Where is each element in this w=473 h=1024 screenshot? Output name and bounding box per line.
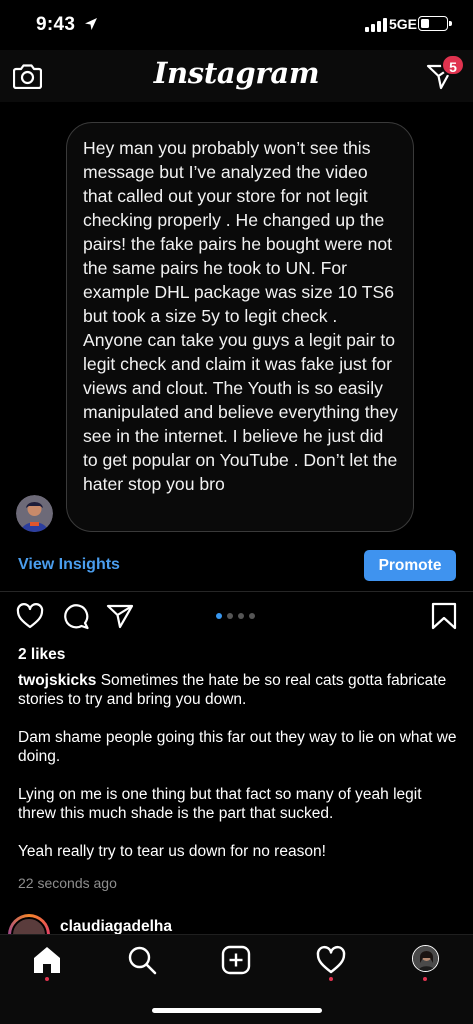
battery-icon	[418, 16, 448, 31]
share-icon[interactable]	[106, 602, 134, 630]
caption-username[interactable]: twojskicks	[18, 672, 96, 689]
home-icon[interactable]	[32, 945, 62, 975]
battery-level	[421, 19, 429, 28]
promote-button[interactable]: Promote	[364, 550, 456, 581]
next-post-header: claudiagadelha	[0, 912, 473, 934]
caption-paragraph: Yeah really try to tear us down for no r…	[18, 843, 326, 860]
create-post-icon[interactable]	[221, 945, 251, 975]
signal-strength-icon	[365, 18, 387, 32]
save-bookmark-icon[interactable]	[430, 602, 458, 630]
comment-icon[interactable]	[62, 602, 90, 630]
caption-paragraph: Lying on me is one thing but that fact s…	[18, 786, 422, 822]
post-actions	[0, 598, 473, 638]
next-post-username[interactable]: claudiagadelha	[60, 918, 172, 934]
carousel-dot	[216, 613, 222, 619]
location-arrow-icon	[85, 18, 97, 30]
activity-notification-dot	[329, 977, 333, 981]
network-type: 5GE	[389, 16, 418, 32]
app-header: Instagram 5	[0, 50, 473, 102]
profile-notification-dot	[423, 977, 427, 981]
story-ring-avatar[interactable]	[8, 914, 50, 934]
caption-paragraph: Dam shame people going this far out they…	[18, 729, 457, 765]
dm-badge: 5	[441, 54, 465, 76]
sender-avatar	[16, 495, 53, 532]
profile-avatar[interactable]	[412, 945, 439, 972]
profile-photo	[413, 946, 438, 971]
avatar	[11, 917, 47, 934]
post-timestamp: 22 seconds ago	[18, 875, 117, 891]
instagram-logo: Instagram	[153, 56, 320, 90]
likes-count[interactable]: 2 likes	[18, 646, 65, 664]
message-bubble: Hey man you probably won’t see this mess…	[66, 122, 414, 532]
home-indicator	[152, 1008, 322, 1013]
caption: twojskicks Sometimes the hate be so real…	[18, 671, 458, 880]
insights-bar: View Insights Promote	[0, 540, 473, 592]
carousel-dot	[238, 613, 244, 619]
caption-first-paragraph: twojskicks Sometimes the hate be so real…	[18, 671, 458, 709]
carousel-indicator	[216, 613, 260, 621]
view-insights-link[interactable]: View Insights	[18, 556, 120, 574]
post-media[interactable]: Hey man you probably won’t see this mess…	[0, 102, 473, 540]
message-text: Hey man you probably won’t see this mess…	[83, 138, 398, 494]
status-bar: 9:43 5GE	[0, 0, 473, 50]
search-icon[interactable]	[127, 945, 157, 975]
status-time: 9:43	[36, 14, 76, 35]
divider	[0, 591, 473, 592]
activity-heart-icon[interactable]	[316, 945, 346, 975]
like-heart-icon[interactable]	[16, 602, 44, 630]
battery-nub	[449, 21, 452, 26]
home-notification-dot	[45, 977, 49, 981]
carousel-dot	[249, 613, 255, 619]
carousel-dot	[227, 613, 233, 619]
